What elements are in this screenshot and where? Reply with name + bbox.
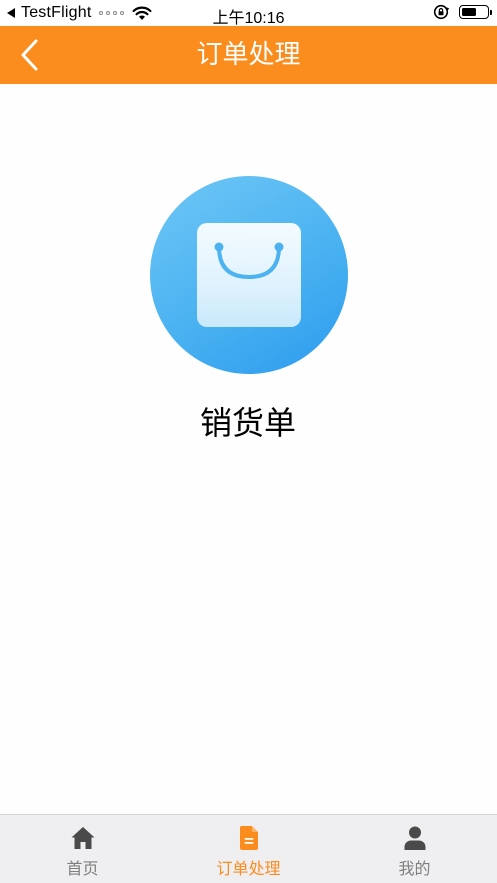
chevron-left-icon[interactable]: [14, 36, 48, 74]
status-time: 上午10:16: [212, 10, 285, 27]
tab-bar: 首页 订单处理 我的: [0, 814, 497, 883]
sales-order-entry[interactable]: 销货单: [148, 176, 348, 442]
battery-icon: [459, 5, 492, 19]
tab-home[interactable]: 首页: [0, 815, 165, 883]
home-icon: [71, 827, 94, 849]
tab-orders[interactable]: 订单处理: [166, 815, 331, 883]
shopping-bag-icon[interactable]: [150, 176, 348, 374]
nav-bar: 订单处理: [0, 26, 497, 84]
page-title: 订单处理: [196, 40, 301, 70]
tab-mine-label: 我的: [398, 859, 431, 878]
sales-order-label: 销货单: [199, 404, 296, 442]
bag-handle: [214, 242, 284, 280]
tab-home-label: 首页: [66, 859, 99, 878]
tab-orders-label: 订单处理: [216, 859, 281, 878]
app-screen: TestFlight 上午10:16 订单处理 销货单 首页 订单处理 我的: [0, 0, 497, 883]
status-right: [433, 4, 492, 20]
document-icon: [239, 826, 258, 850]
status-bar: TestFlight 上午10:16: [0, 0, 497, 27]
orientation-lock-icon: [433, 4, 449, 20]
tab-mine[interactable]: 我的: [332, 815, 497, 883]
bag-shape: [197, 223, 301, 327]
person-icon: [404, 826, 425, 850]
main-content: 销货单: [0, 84, 497, 814]
